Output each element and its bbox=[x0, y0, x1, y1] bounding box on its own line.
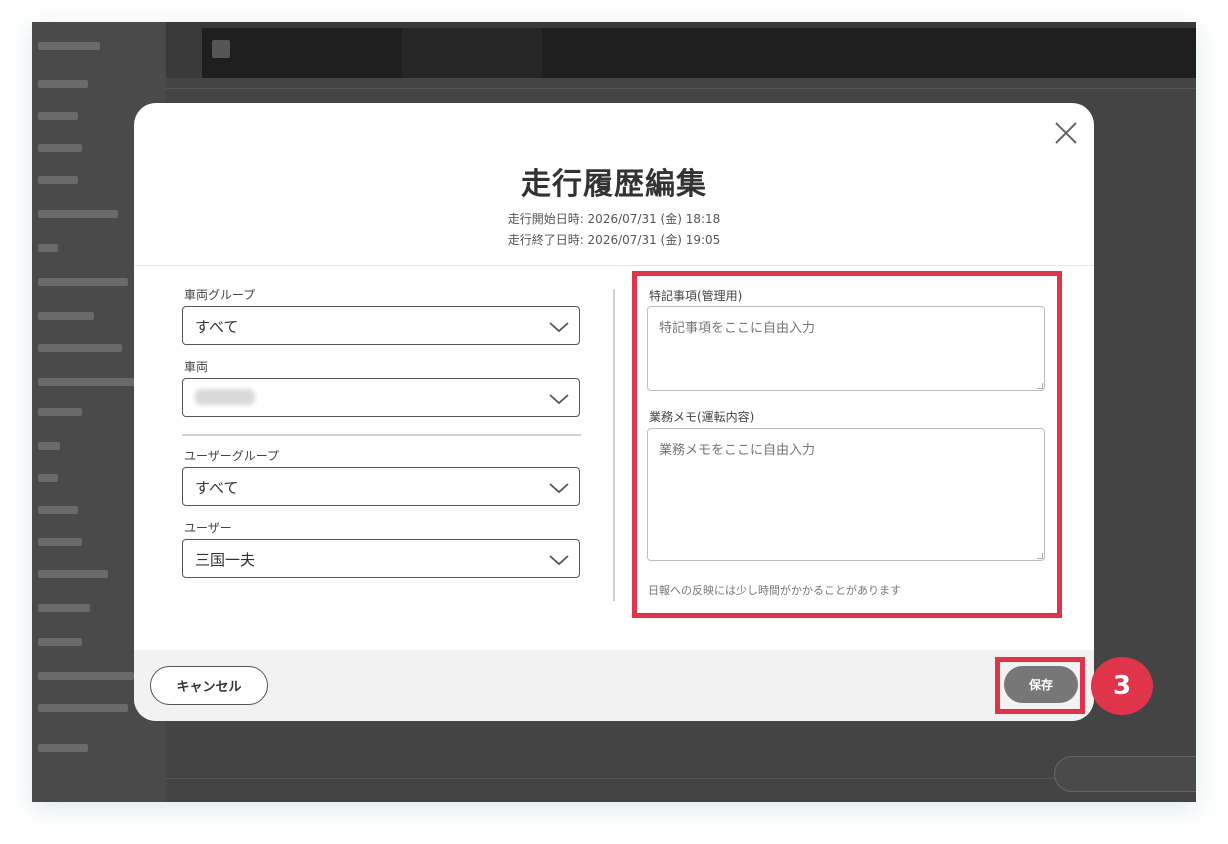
vehicle-value-blurred bbox=[195, 389, 255, 405]
modal-footer: キャンセル 保存 bbox=[134, 650, 1094, 721]
vehicle-group-select[interactable]: すべて bbox=[182, 306, 580, 345]
close-icon bbox=[1055, 122, 1077, 144]
user-select[interactable]: 三国一夫 bbox=[182, 539, 580, 578]
background-button bbox=[1054, 756, 1196, 792]
vehicle-select[interactable] bbox=[182, 378, 580, 417]
edit-history-modal: 走行履歴編集 走行開始日時: 2026/07/31 (金) 18:18 走行終了… bbox=[134, 103, 1094, 721]
section-divider bbox=[182, 434, 581, 436]
resize-handle[interactable] bbox=[1037, 383, 1043, 389]
work-memo-label: 業務メモ(運転内容) bbox=[649, 410, 755, 424]
vehicle-label: 車両 bbox=[184, 360, 209, 374]
vehicle-group-value: すべて bbox=[195, 318, 239, 336]
close-button[interactable] bbox=[1052, 119, 1080, 147]
end-time: 走行終了日時: 2026/07/31 (金) 19:05 bbox=[507, 233, 721, 247]
vehicle-group-label: 車両グループ bbox=[184, 288, 256, 302]
user-group-value: すべて bbox=[195, 479, 239, 497]
step-number-badge: 3 bbox=[1091, 657, 1153, 715]
chevron-down-icon bbox=[549, 483, 569, 494]
start-time: 走行開始日時: 2026/07/31 (金) 18:18 bbox=[507, 212, 721, 226]
header-divider bbox=[134, 265, 1094, 266]
user-group-select[interactable]: すべて bbox=[182, 467, 580, 506]
background-topbar bbox=[202, 28, 1196, 78]
chevron-down-icon bbox=[549, 394, 569, 405]
cancel-button[interactable]: キャンセル bbox=[150, 666, 268, 705]
work-memo-input[interactable] bbox=[647, 428, 1045, 561]
user-label: ユーザー bbox=[184, 521, 232, 535]
resize-handle[interactable] bbox=[1037, 553, 1043, 559]
chevron-down-icon bbox=[549, 555, 569, 566]
reflection-hint: 日報への反映には少し時間がかかることがあります bbox=[648, 584, 901, 597]
modal-title: 走行履歴編集 bbox=[521, 167, 707, 202]
user-group-label: ユーザーグループ bbox=[184, 449, 280, 463]
save-button[interactable]: 保存 bbox=[1004, 666, 1078, 703]
special-notes-input[interactable] bbox=[647, 306, 1045, 391]
column-divider bbox=[613, 289, 615, 601]
special-notes-label: 特記事項(管理用) bbox=[649, 289, 743, 303]
user-value: 三国一夫 bbox=[195, 551, 256, 569]
chevron-down-icon bbox=[549, 322, 569, 333]
